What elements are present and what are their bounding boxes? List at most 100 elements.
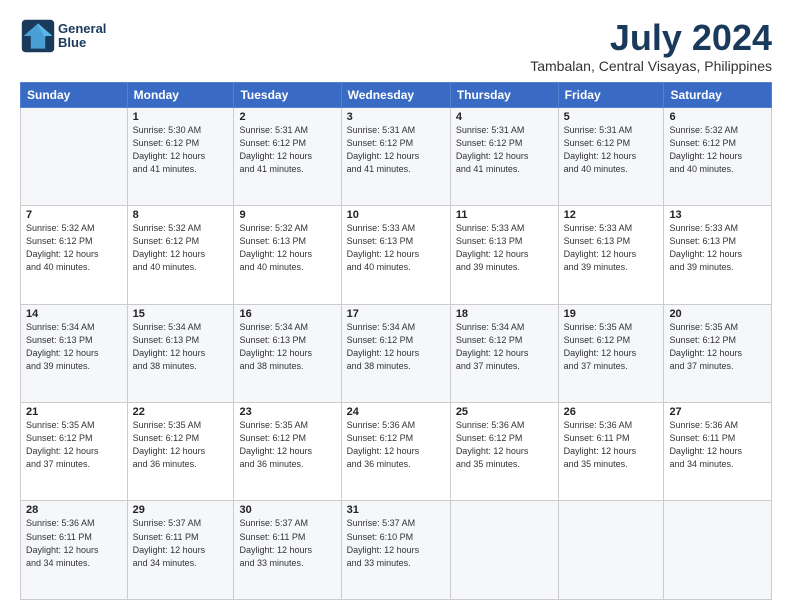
calendar-cell: 17Sunrise: 5:34 AM Sunset: 6:12 PM Dayli… [341, 304, 450, 402]
day-info: Sunrise: 5:31 AM Sunset: 6:12 PM Dayligh… [347, 124, 445, 176]
day-info: Sunrise: 5:35 AM Sunset: 6:12 PM Dayligh… [669, 321, 766, 373]
calendar-cell: 19Sunrise: 5:35 AM Sunset: 6:12 PM Dayli… [558, 304, 664, 402]
calendar-week-2: 7Sunrise: 5:32 AM Sunset: 6:12 PM Daylig… [21, 206, 772, 304]
day-number: 22 [133, 406, 229, 418]
calendar-cell: 31Sunrise: 5:37 AM Sunset: 6:10 PM Dayli… [341, 501, 450, 600]
calendar-cell: 5Sunrise: 5:31 AM Sunset: 6:12 PM Daylig… [558, 107, 664, 205]
day-info: Sunrise: 5:37 AM Sunset: 6:11 PM Dayligh… [239, 517, 335, 569]
day-info: Sunrise: 5:36 AM Sunset: 6:11 PM Dayligh… [564, 419, 659, 471]
day-info: Sunrise: 5:36 AM Sunset: 6:11 PM Dayligh… [26, 517, 122, 569]
day-info: Sunrise: 5:35 AM Sunset: 6:12 PM Dayligh… [133, 419, 229, 471]
col-sunday: Sunday [21, 82, 128, 107]
calendar-cell: 27Sunrise: 5:36 AM Sunset: 6:11 PM Dayli… [664, 403, 772, 501]
day-info: Sunrise: 5:33 AM Sunset: 6:13 PM Dayligh… [456, 222, 553, 274]
day-info: Sunrise: 5:37 AM Sunset: 6:10 PM Dayligh… [347, 517, 445, 569]
calendar-cell: 2Sunrise: 5:31 AM Sunset: 6:12 PM Daylig… [234, 107, 341, 205]
calendar-week-3: 14Sunrise: 5:34 AM Sunset: 6:13 PM Dayli… [21, 304, 772, 402]
day-number: 14 [26, 308, 122, 320]
calendar-cell: 30Sunrise: 5:37 AM Sunset: 6:11 PM Dayli… [234, 501, 341, 600]
day-number: 1 [133, 111, 229, 123]
calendar-cell [558, 501, 664, 600]
day-info: Sunrise: 5:32 AM Sunset: 6:12 PM Dayligh… [26, 222, 122, 274]
logo: General Blue [20, 18, 106, 54]
calendar-table: Sunday Monday Tuesday Wednesday Thursday… [20, 82, 772, 600]
day-number: 16 [239, 308, 335, 320]
page: General Blue July 2024 Tambalan, Central… [0, 0, 792, 612]
day-info: Sunrise: 5:33 AM Sunset: 6:13 PM Dayligh… [669, 222, 766, 274]
day-number: 2 [239, 111, 335, 123]
day-number: 9 [239, 209, 335, 221]
day-number: 6 [669, 111, 766, 123]
calendar-cell: 25Sunrise: 5:36 AM Sunset: 6:12 PM Dayli… [450, 403, 558, 501]
day-number: 11 [456, 209, 553, 221]
calendar-cell: 24Sunrise: 5:36 AM Sunset: 6:12 PM Dayli… [341, 403, 450, 501]
day-number: 4 [456, 111, 553, 123]
calendar-cell: 3Sunrise: 5:31 AM Sunset: 6:12 PM Daylig… [341, 107, 450, 205]
col-friday: Friday [558, 82, 664, 107]
subtitle: Tambalan, Central Visayas, Philippines [530, 58, 772, 74]
calendar-cell: 4Sunrise: 5:31 AM Sunset: 6:12 PM Daylig… [450, 107, 558, 205]
day-number: 12 [564, 209, 659, 221]
day-number: 5 [564, 111, 659, 123]
calendar-cell: 22Sunrise: 5:35 AM Sunset: 6:12 PM Dayli… [127, 403, 234, 501]
day-info: Sunrise: 5:36 AM Sunset: 6:11 PM Dayligh… [669, 419, 766, 471]
day-number: 24 [347, 406, 445, 418]
day-info: Sunrise: 5:37 AM Sunset: 6:11 PM Dayligh… [133, 517, 229, 569]
day-info: Sunrise: 5:32 AM Sunset: 6:13 PM Dayligh… [239, 222, 335, 274]
day-number: 27 [669, 406, 766, 418]
calendar-week-4: 21 Sunrise: 5:35 AM Sunset: 6:12 PM Dayli… [21, 403, 772, 501]
day-number: 18 [456, 308, 553, 320]
day-number: 7 [26, 209, 122, 221]
day-number: 25 [456, 406, 553, 418]
calendar-cell: 7Sunrise: 5:32 AM Sunset: 6:12 PM Daylig… [21, 206, 128, 304]
calendar-cell: 29Sunrise: 5:37 AM Sunset: 6:11 PM Dayli… [127, 501, 234, 600]
day-info: Sunrise: 5:32 AM Sunset: 6:12 PM Dayligh… [669, 124, 766, 176]
calendar-week-5: 28Sunrise: 5:36 AM Sunset: 6:11 PM Dayli… [21, 501, 772, 600]
day-info: Sunrise: 5:34 AM Sunset: 6:12 PM Dayligh… [347, 321, 445, 373]
day-info: Sunrise: 5:33 AM Sunset: 6:13 PM Dayligh… [347, 222, 445, 274]
day-info: Sunrise: 5:33 AM Sunset: 6:13 PM Dayligh… [564, 222, 659, 274]
calendar-cell: 12Sunrise: 5:33 AM Sunset: 6:13 PM Dayli… [558, 206, 664, 304]
main-title: July 2024 [530, 18, 772, 58]
calendar-cell: 28Sunrise: 5:36 AM Sunset: 6:11 PM Dayli… [21, 501, 128, 600]
day-number: 17 [347, 308, 445, 320]
header: General Blue July 2024 Tambalan, Central… [20, 18, 772, 74]
calendar-cell [21, 107, 128, 205]
day-number: 26 [564, 406, 659, 418]
logo-text: General Blue [58, 22, 106, 51]
day-number: 13 [669, 209, 766, 221]
day-info: Sunrise: 5:31 AM Sunset: 6:12 PM Dayligh… [239, 124, 335, 176]
col-wednesday: Wednesday [341, 82, 450, 107]
day-info: Sunrise: 5:34 AM Sunset: 6:13 PM Dayligh… [26, 321, 122, 373]
day-info: Sunrise: 5:30 AM Sunset: 6:12 PM Dayligh… [133, 124, 229, 176]
day-number: 30 [239, 504, 335, 516]
day-info: Sunrise: 5:36 AM Sunset: 6:12 PM Dayligh… [456, 419, 553, 471]
calendar-cell: 14Sunrise: 5:34 AM Sunset: 6:13 PM Dayli… [21, 304, 128, 402]
col-tuesday: Tuesday [234, 82, 341, 107]
calendar-cell: 18Sunrise: 5:34 AM Sunset: 6:12 PM Dayli… [450, 304, 558, 402]
day-info: Sunrise: 5:36 AM Sunset: 6:12 PM Dayligh… [347, 419, 445, 471]
col-monday: Monday [127, 82, 234, 107]
calendar-cell: 15Sunrise: 5:34 AM Sunset: 6:13 PM Dayli… [127, 304, 234, 402]
calendar-cell: 8Sunrise: 5:32 AM Sunset: 6:12 PM Daylig… [127, 206, 234, 304]
day-number: 21 [26, 406, 122, 418]
day-info: Sunrise: 5:34 AM Sunset: 6:13 PM Dayligh… [239, 321, 335, 373]
logo-icon [20, 18, 56, 54]
day-number: 19 [564, 308, 659, 320]
day-number: 3 [347, 111, 445, 123]
day-number: 10 [347, 209, 445, 221]
logo-line2: Blue [58, 36, 106, 50]
calendar-cell: 26Sunrise: 5:36 AM Sunset: 6:11 PM Dayli… [558, 403, 664, 501]
calendar-cell: 11Sunrise: 5:33 AM Sunset: 6:13 PM Dayli… [450, 206, 558, 304]
day-info: Sunrise: 5:35 AM Sunset: 6:12 PM Dayligh… [564, 321, 659, 373]
calendar-cell: 13Sunrise: 5:33 AM Sunset: 6:13 PM Dayli… [664, 206, 772, 304]
header-row: Sunday Monday Tuesday Wednesday Thursday… [21, 82, 772, 107]
calendar-cell: 21Sunrise: 5:35 AM Sunset: 6:12 PM Dayli… [21, 403, 128, 501]
day-info: Sunrise: 5:35 AM Sunset: 6:12 PM Dayligh… [239, 419, 335, 471]
calendar-cell: 20Sunrise: 5:35 AM Sunset: 6:12 PM Dayli… [664, 304, 772, 402]
day-number: 28 [26, 504, 122, 516]
day-number: 20 [669, 308, 766, 320]
day-number: 8 [133, 209, 229, 221]
calendar-week-1: 1Sunrise: 5:30 AM Sunset: 6:12 PM Daylig… [21, 107, 772, 205]
logo-line1: General [58, 22, 106, 36]
